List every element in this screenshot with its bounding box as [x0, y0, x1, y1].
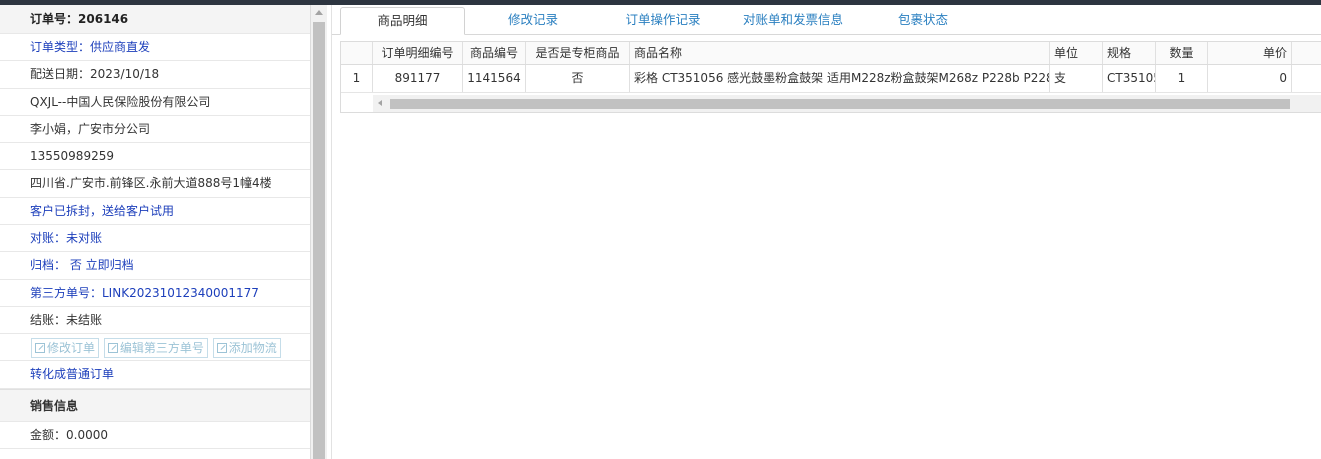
sales-info-header: 销售信息	[0, 388, 310, 422]
settle-status: 结账：未结账	[0, 307, 310, 335]
cell-product-no-link[interactable]: 1141564	[463, 65, 526, 92]
edit-order-button[interactable]: 修改订单	[31, 338, 100, 359]
reconcile-status[interactable]: 对账：未对账	[0, 225, 310, 253]
edit-third-party-button[interactable]: 编辑第三方单号	[103, 338, 208, 359]
order-number-label: 订单号：	[30, 12, 79, 26]
cell-price: 0	[1208, 65, 1292, 92]
order-number-header: 订单号：206146	[0, 5, 310, 34]
col-spec[interactable]: 规格	[1103, 42, 1156, 64]
edit-order-label: 修改订单	[47, 341, 96, 356]
col-index	[341, 42, 373, 64]
action-buttons: 修改订单 编辑第三方单号 添加物流	[0, 334, 310, 362]
edit-icon	[216, 343, 227, 354]
cell-detail-no: 891177	[373, 65, 463, 92]
cell-is-counter: 否	[526, 65, 630, 92]
order-number-value: 206146	[78, 12, 129, 26]
order-note[interactable]: 客户已拆封，送给客户试用	[0, 198, 310, 226]
left-scrollbar-thumb[interactable]	[313, 22, 325, 459]
grid-horizontal-scrollbar[interactable]	[373, 95, 1321, 112]
edit-icon	[35, 343, 45, 354]
product-grid: 订单明细编号 商品编号 是否是专柜商品 商品名称 单位 规格 数量 单价 1 8…	[340, 41, 1321, 113]
edit-icon	[107, 343, 118, 354]
add-logistics-label: 添加物流	[228, 341, 277, 356]
grid-scrollbar-thumb[interactable]	[390, 99, 1290, 109]
convert-normal-order-link[interactable]: 转化成普通订单	[0, 361, 310, 389]
left-scrollbar[interactable]	[311, 5, 327, 459]
scroll-up-arrow-icon[interactable]	[315, 10, 323, 15]
grid-header: 订单明细编号 商品编号 是否是专柜商品 商品名称 单位 规格 数量 单价	[341, 42, 1321, 65]
scroll-left-arrow-icon[interactable]	[378, 100, 382, 106]
col-qty[interactable]: 数量	[1156, 42, 1208, 64]
col-product-no[interactable]: 商品编号	[463, 42, 526, 64]
table-row[interactable]: 1 891177 1141564 否 彩格 CT351056 感光鼓墨粉盒鼓架 …	[341, 65, 1321, 93]
delivery-address: 四川省.广安市.前锋区.永前大道888号1幢4楼	[0, 170, 310, 198]
sales-amount: 金额：0.0000	[0, 422, 310, 449]
order-type[interactable]: 订单类型：供应商直发	[0, 34, 310, 62]
cell-spec: CT351056	[1103, 65, 1156, 92]
col-is-counter[interactable]: 是否是专柜商品	[526, 42, 630, 64]
contact-person: 李小娟，广安市分公司	[0, 116, 310, 144]
tab-statement-invoice[interactable]: 对账单和发票信息	[730, 7, 856, 35]
phone-number: 13550989259	[0, 143, 310, 171]
cell-unit: 支	[1050, 65, 1103, 92]
archive-status[interactable]: 归档： 否 立即归档	[0, 252, 310, 280]
tab-modify-log[interactable]: 修改记录	[482, 7, 584, 35]
row-index: 1	[341, 65, 373, 92]
cell-product-name-link[interactable]: 彩格 CT351056 感光鼓墨粉盒鼓架 适用M228z粉盒鼓架M268z P2…	[630, 65, 1050, 92]
col-unit[interactable]: 单位	[1050, 42, 1103, 64]
tab-operation-log[interactable]: 订单操作记录	[602, 7, 724, 35]
tab-product-detail[interactable]: 商品明细	[340, 7, 465, 35]
delivery-date: 配送日期：2023/10/18	[0, 61, 310, 89]
col-detail-no[interactable]: 订单明细编号	[373, 42, 463, 64]
detail-area: 商品明细 修改记录 订单操作记录 对账单和发票信息 包裹状态 订单明细编号 商品…	[331, 5, 1321, 459]
customer-name: QXJL--中国人民保险股份有限公司	[0, 89, 310, 116]
tab-package-status[interactable]: 包裹状态	[870, 7, 976, 35]
order-info-panel: 订单号：206146 订单类型：供应商直发 配送日期：2023/10/18 QX…	[0, 5, 327, 459]
col-price[interactable]: 单价	[1208, 42, 1292, 64]
edit-third-party-label: 编辑第三方单号	[119, 341, 204, 356]
add-logistics-button[interactable]: 添加物流	[212, 338, 281, 359]
tab-bar: 商品明细 修改记录 订单操作记录 对账单和发票信息 包裹状态	[332, 5, 1321, 35]
col-product-name[interactable]: 商品名称	[630, 42, 1050, 64]
order-info-list: 订单号：206146 订单类型：供应商直发 配送日期：2023/10/18 QX…	[0, 5, 311, 459]
third-party-number[interactable]: 第三方单号：LINK20231012340001177	[0, 280, 310, 307]
cell-qty: 1	[1156, 65, 1208, 92]
